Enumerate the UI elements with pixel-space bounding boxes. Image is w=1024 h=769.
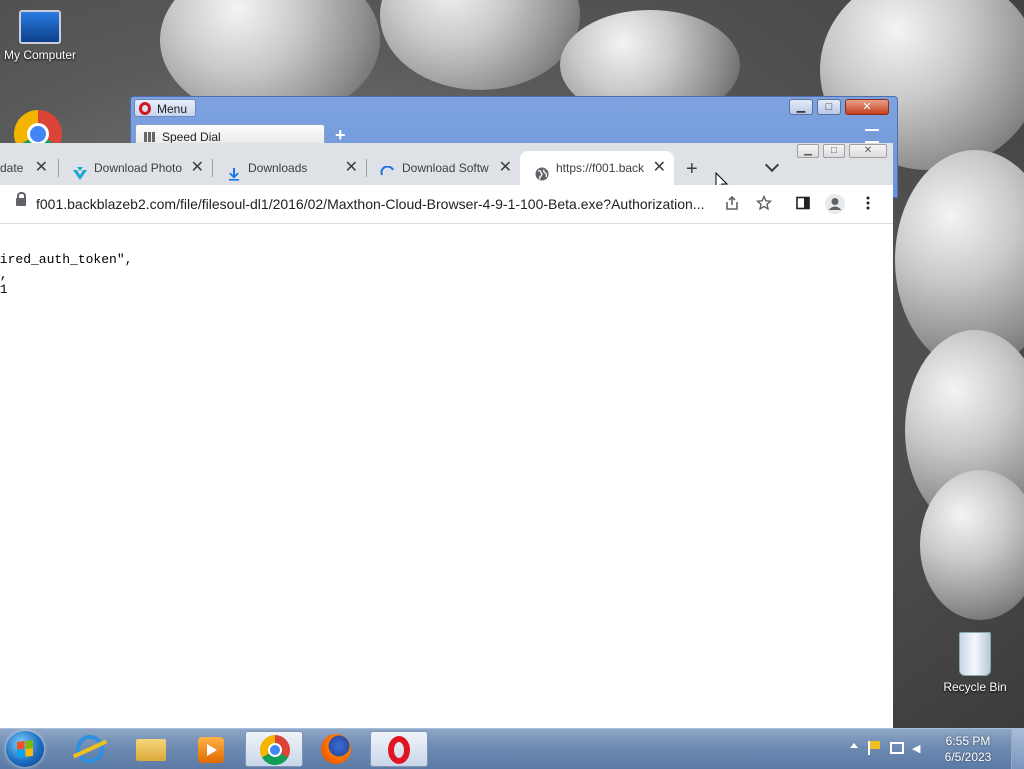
computer-icon xyxy=(19,10,61,44)
tab-label: Downloads xyxy=(248,161,308,175)
globe-icon xyxy=(534,161,550,181)
opera-maximize-button[interactable]: □ xyxy=(817,99,841,115)
action-center-flag-icon[interactable] xyxy=(868,741,882,755)
more-options-icon[interactable] xyxy=(859,195,877,213)
taskbar-media-player[interactable] xyxy=(182,731,240,767)
internet-explorer-icon xyxy=(72,735,108,763)
tab-download-photo[interactable]: Download Photo ✕ xyxy=(58,151,212,185)
chrome-close-button[interactable]: ✕ xyxy=(849,144,887,158)
download-photo-favicon xyxy=(72,161,88,180)
desktop-icon-label: My Computer xyxy=(3,48,77,62)
tab-label: Download Photo xyxy=(94,161,182,175)
opera-close-button[interactable]: ✕ xyxy=(845,99,889,115)
taskbar-chrome[interactable] xyxy=(245,731,303,767)
side-panel-icon[interactable] xyxy=(794,195,812,213)
tab-downloads[interactable]: Downloads ✕ xyxy=(212,151,366,185)
page-content: pired_auth_token", ", 01 xyxy=(0,224,893,728)
taskbar-firefox[interactable] xyxy=(307,731,365,767)
tab-close-icon[interactable]: ✕ xyxy=(191,151,204,185)
chrome-icon xyxy=(260,735,290,765)
media-player-icon xyxy=(198,737,224,763)
network-icon[interactable] xyxy=(890,742,904,754)
desktop-icon-recycle-bin[interactable]: Recycle Bin xyxy=(935,632,1015,694)
taskbar-opera[interactable] xyxy=(370,731,428,767)
tab-label: Download Softw xyxy=(402,161,489,175)
desktop-icon-my-computer[interactable]: My Computer xyxy=(0,6,80,62)
show-hidden-icons-chevron-up-icon[interactable] xyxy=(850,743,858,748)
chrome-toolbar: f001.backblazeb2.com/file/filesoul-dl1/2… xyxy=(0,185,893,224)
wallpaper-shape xyxy=(380,0,580,90)
desktop-icon-label: Recycle Bin xyxy=(943,680,1007,694)
tab-download-software[interactable]: Download Softw ✕ xyxy=(366,151,520,185)
lock-icon[interactable] xyxy=(16,192,26,206)
tab-search-chevron-down-icon[interactable] xyxy=(764,157,780,173)
firefox-icon xyxy=(321,734,351,764)
start-button[interactable] xyxy=(6,731,44,767)
tab-close-icon[interactable]: ✕ xyxy=(653,151,666,185)
download-arrow-icon xyxy=(226,161,242,181)
tab-label: date xyxy=(0,161,24,175)
tab-close-icon[interactable]: ✕ xyxy=(499,151,512,185)
tab-label: https://f001.back xyxy=(556,161,644,175)
chrome-tab-strip: ▁ □ ✕ date ✕ Download Photo ✕ Downloads … xyxy=(0,143,893,193)
system-tray: ◀ 6:55 PM 6/5/2023 xyxy=(834,729,1024,769)
tab-update[interactable]: date ✕ xyxy=(0,151,58,185)
taskbar-windows-explorer[interactable] xyxy=(122,731,180,767)
new-tab-button[interactable]: + xyxy=(686,159,698,179)
address-bar[interactable]: f001.backblazeb2.com/file/filesoul-dl1/2… xyxy=(4,189,709,219)
opera-menu-label: Menu xyxy=(157,102,188,116)
clock-time: 6:55 PM xyxy=(945,734,991,748)
taskbar-internet-explorer[interactable] xyxy=(62,731,120,767)
tab-backblaze-active[interactable]: https://f001.back ✕ xyxy=(520,151,674,185)
volume-muted-icon[interactable]: ◀ xyxy=(912,742,926,756)
address-bar-url: f001.backblazeb2.com/file/filesoul-dl1/2… xyxy=(36,196,705,212)
opera-menu-button[interactable]: Menu xyxy=(134,99,196,117)
chrome-minimize-button[interactable]: ▁ xyxy=(797,144,819,158)
show-desktop-button[interactable] xyxy=(1011,729,1024,769)
tab-close-icon[interactable]: ✕ xyxy=(345,151,358,185)
chrome-window: ▁ □ ✕ date ✕ Download Photo ✕ Downloads … xyxy=(0,143,893,728)
system-clock[interactable]: 6:55 PM 6/5/2023 xyxy=(938,733,998,765)
opera-minimize-button[interactable]: ▁ xyxy=(789,99,813,115)
recycle-bin-icon xyxy=(959,632,991,676)
share-icon[interactable] xyxy=(723,195,741,213)
json-line: pired_auth_token", xyxy=(0,252,133,267)
clock-date: 6/5/2023 xyxy=(944,750,992,764)
profile-avatar-icon[interactable] xyxy=(824,193,846,215)
json-line: ", xyxy=(0,267,8,282)
bookmark-star-icon[interactable] xyxy=(755,194,773,213)
folder-icon xyxy=(136,739,166,761)
chrome-icon xyxy=(14,110,62,144)
wallpaper-shape xyxy=(920,470,1024,620)
speed-dial-icon xyxy=(144,132,155,142)
chrome-maximize-button[interactable]: □ xyxy=(823,144,845,158)
json-line: 01 xyxy=(0,282,8,297)
opera-logo-icon xyxy=(139,102,151,115)
opera-icon xyxy=(388,736,410,764)
chrome-desktop-icon[interactable] xyxy=(14,110,64,144)
taskbar: ◀ 6:55 PM 6/5/2023 xyxy=(0,728,1024,769)
loading-spinner-icon xyxy=(380,161,396,177)
opera-tab-menu-icon[interactable] xyxy=(865,129,879,143)
opera-tab-label: Speed Dial xyxy=(162,130,221,144)
tab-close-icon[interactable]: ✕ xyxy=(35,151,48,185)
